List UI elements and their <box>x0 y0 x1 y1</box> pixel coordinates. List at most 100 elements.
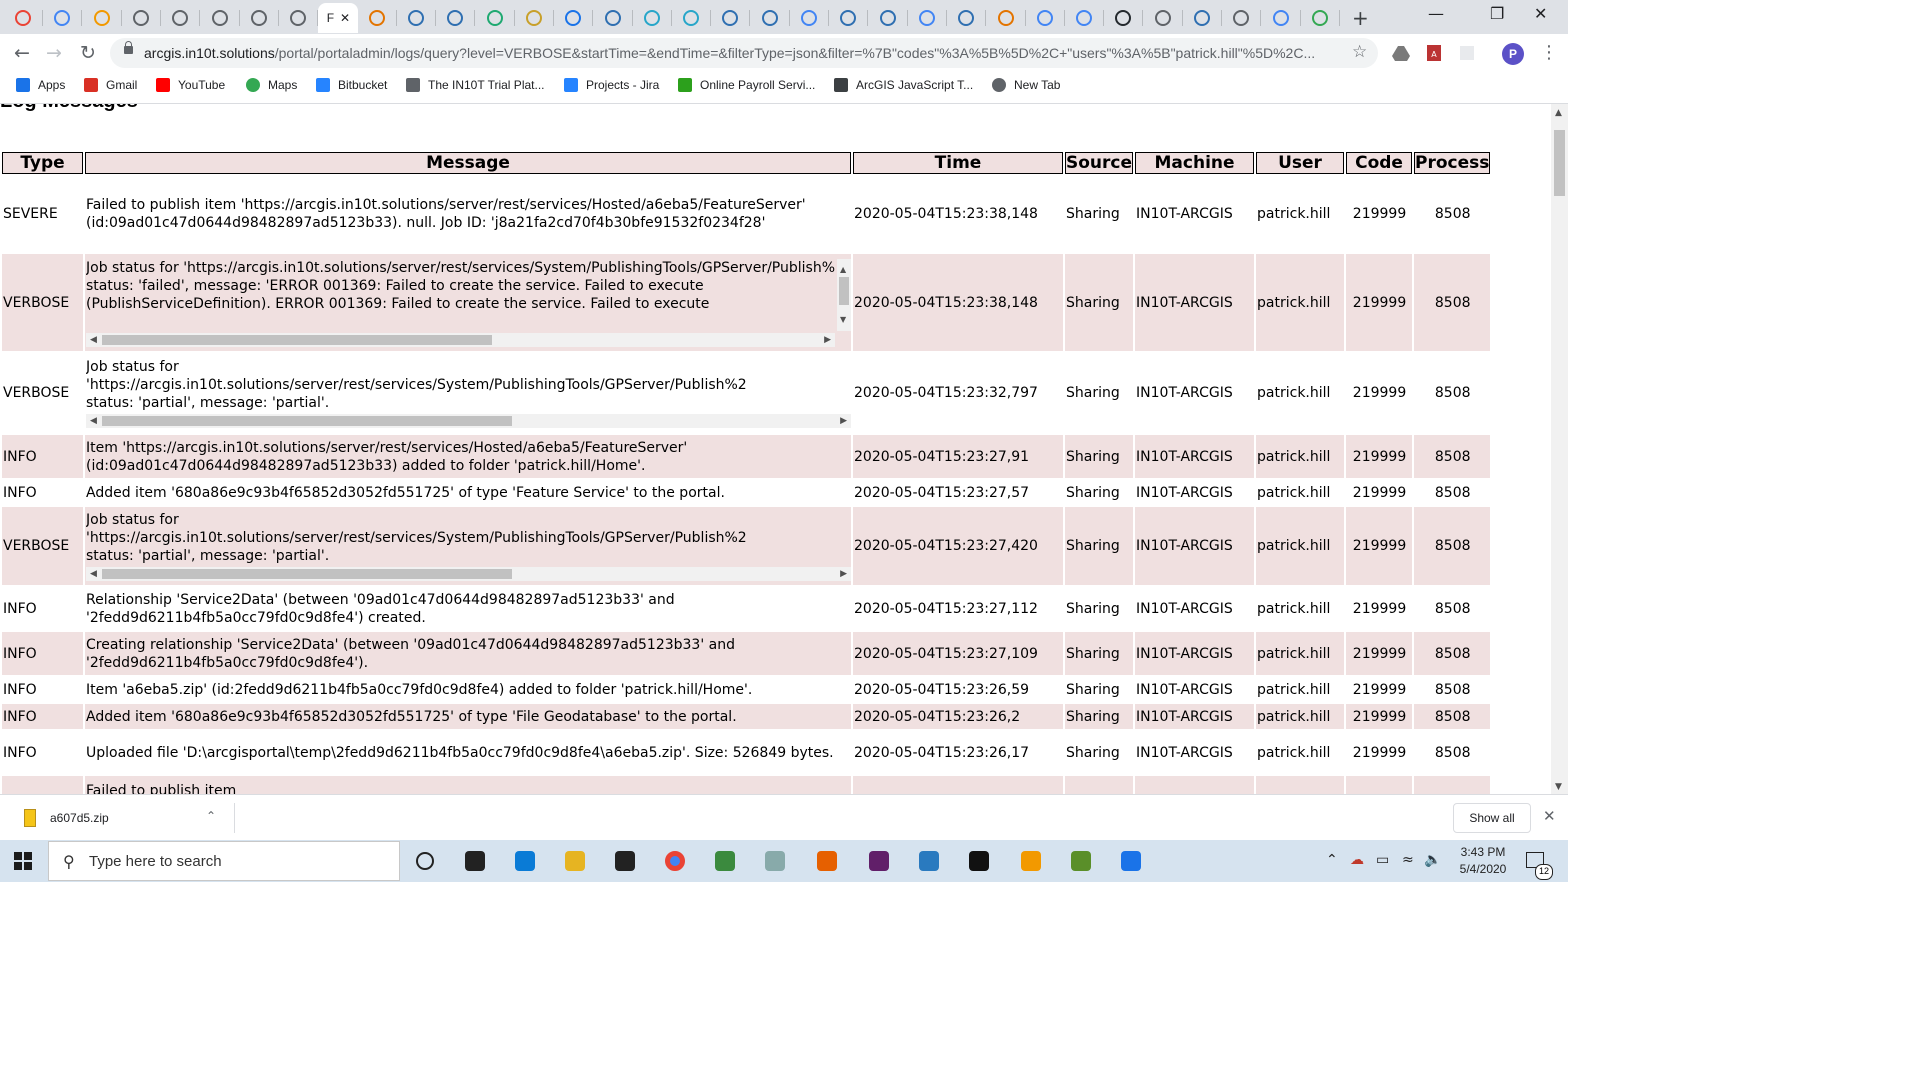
taskbar-search-box[interactable]: ⚲ Type here to search <box>48 841 400 881</box>
message-horizontal-scrollbar[interactable]: ◀ ▶ <box>86 332 835 347</box>
page-scrollbar[interactable]: ▲ ▼ <box>1551 104 1568 794</box>
message-scroll-box[interactable]: Job status for 'https://arcgis.in10t.sol… <box>86 358 851 428</box>
browser-menu-icon[interactable]: ⋮ <box>1540 42 1558 63</box>
extension-icon[interactable] <box>1458 44 1476 62</box>
browser-tab[interactable] <box>358 3 396 33</box>
browser-tab[interactable] <box>4 3 42 33</box>
column-header-time[interactable]: Time <box>853 152 1063 174</box>
taskbar-clock[interactable]: 3:43 PM 5/4/2020 <box>1448 844 1518 878</box>
arccatalog-icon[interactable] <box>762 848 788 874</box>
bookmark-star-icon[interactable]: ☆ <box>1352 42 1367 62</box>
column-header-source[interactable]: Source <box>1065 152 1134 174</box>
download-item[interactable]: a607d5.zip ⌃ <box>14 803 235 833</box>
scrollbar-thumb[interactable] <box>839 276 849 305</box>
scroll-left-arrow-icon[interactable]: ◀ <box>90 333 97 347</box>
scrollbar-thumb[interactable] <box>102 334 492 345</box>
browser-tab[interactable] <box>161 3 199 33</box>
orange-app-icon[interactable] <box>1018 848 1044 874</box>
file-explorer-icon[interactable] <box>562 848 588 874</box>
message-horizontal-scrollbar[interactable]: ◀ ▶ <box>86 414 851 428</box>
browser-tab[interactable] <box>1104 3 1142 33</box>
bookmark-item[interactable]: Gmail <box>84 78 137 92</box>
browser-tab[interactable] <box>201 3 239 33</box>
bookmark-item[interactable]: Maps <box>246 78 297 92</box>
browser-tab[interactable] <box>1183 3 1221 33</box>
close-download-bar-icon[interactable]: ✕ <box>1543 807 1556 825</box>
scrollbar-thumb[interactable] <box>102 569 512 579</box>
browser-tab[interactable] <box>1026 3 1064 33</box>
reload-icon[interactable]: ↻ <box>80 42 96 64</box>
address-url[interactable]: arcgis.in10t.solutions/portal/portaladmi… <box>144 45 1339 61</box>
windows-start-icon[interactable] <box>14 852 32 870</box>
column-header-type[interactable]: Type <box>2 152 83 174</box>
browser-tab[interactable] <box>515 3 553 33</box>
scroll-right-arrow-icon[interactable]: ▶ <box>840 567 847 581</box>
message-vertical-scrollbar[interactable]: ▲ ▼ <box>837 258 851 331</box>
message-scroll-box[interactable]: Job status for 'https://arcgis.in10t.sol… <box>86 258 851 347</box>
browser-tab[interactable] <box>908 3 946 33</box>
maximize-icon[interactable]: ❐ <box>1490 4 1504 23</box>
browser-tab[interactable] <box>1301 3 1339 33</box>
browser-tab[interactable] <box>1262 3 1300 33</box>
browser-tab[interactable] <box>869 3 907 33</box>
battery-icon[interactable]: ▭ <box>1376 852 1389 868</box>
scrollbar-thumb[interactable] <box>102 416 512 426</box>
browser-tab[interactable] <box>436 3 474 33</box>
bookmark-item[interactable]: Apps <box>16 78 65 92</box>
slack-icon[interactable] <box>866 848 892 874</box>
store-icon[interactable] <box>612 848 638 874</box>
show-all-downloads-button[interactable]: Show all <box>1453 803 1531 833</box>
browser-tab[interactable] <box>947 3 985 33</box>
bookmark-item[interactable]: New Tab <box>992 78 1060 92</box>
bookmark-item[interactable]: YouTube <box>156 78 225 92</box>
browser-tab[interactable] <box>751 3 789 33</box>
bookmark-item[interactable]: The IN10T Trial Plat... <box>406 78 545 92</box>
pdf-extension-icon[interactable]: A <box>1425 44 1443 62</box>
browser-tab[interactable] <box>672 3 710 33</box>
terminal-icon[interactable] <box>966 848 992 874</box>
browser-tab[interactable] <box>987 3 1025 33</box>
chrome-icon[interactable] <box>662 848 688 874</box>
profile-avatar[interactable]: P <box>1502 43 1524 65</box>
bookmark-item[interactable]: ArcGIS JavaScript T... <box>834 78 973 92</box>
bookmark-item[interactable]: Projects - Jira <box>564 78 659 92</box>
browser-tab[interactable] <box>1222 3 1260 33</box>
column-header-machine[interactable]: Machine <box>1135 152 1255 174</box>
minimize-icon[interactable]: — <box>1428 4 1444 23</box>
message-scroll-box[interactable]: Job status for 'https://arcgis.in10t.sol… <box>86 511 851 581</box>
browser-tab[interactable] <box>829 3 867 33</box>
close-tab-icon[interactable]: ✕ <box>340 11 350 25</box>
browser-tab[interactable] <box>43 3 81 33</box>
message-horizontal-scrollbar[interactable]: ◀ ▶ <box>86 567 851 581</box>
page-scrollbar-thumb[interactable] <box>1554 130 1565 196</box>
browser-tab[interactable] <box>1065 3 1103 33</box>
scroll-left-arrow-icon[interactable]: ◀ <box>90 567 97 581</box>
scroll-down-arrow-icon[interactable]: ▼ <box>1555 782 1562 792</box>
browser-tab[interactable] <box>711 3 749 33</box>
browser-tab[interactable] <box>633 3 671 33</box>
browser-tab[interactable] <box>476 3 514 33</box>
browser-tab[interactable] <box>122 3 160 33</box>
browser-tab[interactable] <box>240 3 278 33</box>
volume-icon[interactable]: 🔈 <box>1424 852 1441 868</box>
browser-tab[interactable] <box>83 3 121 33</box>
scroll-right-arrow-icon[interactable]: ▶ <box>824 333 831 347</box>
gitkraken-icon[interactable] <box>1118 848 1144 874</box>
onedrive-error-icon[interactable]: ☁ <box>1350 852 1364 868</box>
browser-tab[interactable] <box>790 3 828 33</box>
column-header-user[interactable]: User <box>1256 152 1345 174</box>
firefox-icon[interactable] <box>814 848 840 874</box>
browser-tab[interactable] <box>594 3 632 33</box>
chevron-up-icon[interactable]: ⌃ <box>206 809 216 823</box>
python-idle-icon[interactable] <box>1068 848 1094 874</box>
calculator-icon[interactable] <box>916 848 942 874</box>
edge-icon[interactable] <box>512 848 538 874</box>
new-tab-button[interactable]: + <box>1352 6 1369 30</box>
browser-tab[interactable] <box>554 3 592 33</box>
column-header-message[interactable]: Message <box>85 152 851 174</box>
bookmark-item[interactable]: Online Payroll Servi... <box>678 78 815 92</box>
close-window-icon[interactable]: ✕ <box>1534 4 1547 23</box>
forward-icon[interactable]: → <box>46 42 62 64</box>
drive-extension-icon[interactable] <box>1392 44 1410 62</box>
column-header-code[interactable]: Code <box>1346 152 1413 174</box>
